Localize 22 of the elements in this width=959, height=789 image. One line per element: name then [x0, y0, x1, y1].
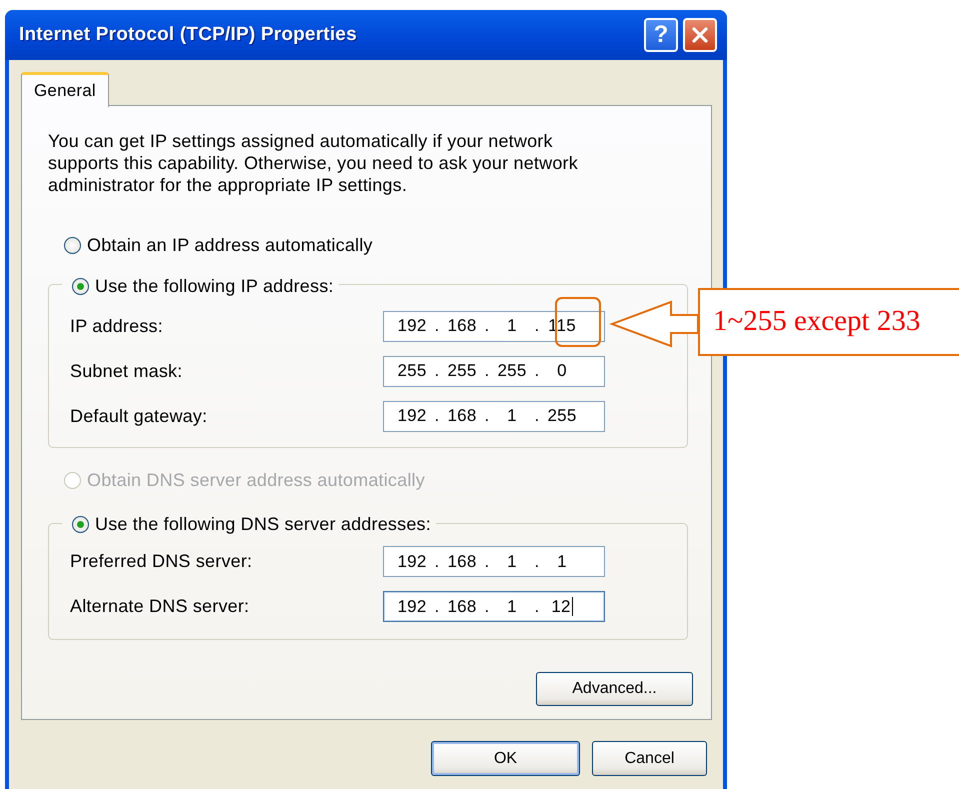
cancel-button[interactable]: Cancel — [592, 741, 707, 776]
radio-button[interactable]: Obtain an IP address automatically — [64, 234, 373, 256]
field-label: Alternate DNS server: — [70, 596, 250, 617]
field-label: Preferred DNS server: — [70, 551, 254, 572]
help-button[interactable]: ? — [644, 18, 678, 52]
description-text: You can get IP settings assigned automatically if your network supports this capability. Otherwise, you need to ask your network administrator for the appropriate IP settings. — [48, 130, 579, 196]
ip-address-field[interactable]: 192 . 168 . 1 . 12 — [383, 591, 605, 622]
radio-button[interactable]: Use the following DNS server addresses: — [72, 514, 431, 536]
radio-button[interactable]: Use the following IP address: — [72, 275, 334, 297]
close-button[interactable] — [683, 18, 717, 52]
advanced-button[interactable]: Advanced... — [536, 672, 693, 706]
tab[interactable]: General — [21, 72, 109, 107]
window-title: Internet Protocol (TCP/IP) Properties — [19, 24, 358, 46]
ok-button[interactable]: OK — [431, 741, 580, 776]
close-icon — [690, 25, 710, 45]
ip-address-field[interactable]: 192 . 168 . 1 . 1 — [383, 546, 605, 577]
field-label: IP address: — [70, 316, 164, 336]
field-label: Default gateway: — [70, 406, 208, 426]
ip-address-field[interactable]: 192 . 168 . 1 . 255 — [383, 400, 605, 432]
callout-note: 1~255 except 233 — [698, 288, 959, 356]
field-label: Subnet mask: — [70, 360, 184, 382]
ip-address-field[interactable]: 255 . 255 . 255 . 0 — [383, 356, 605, 386]
